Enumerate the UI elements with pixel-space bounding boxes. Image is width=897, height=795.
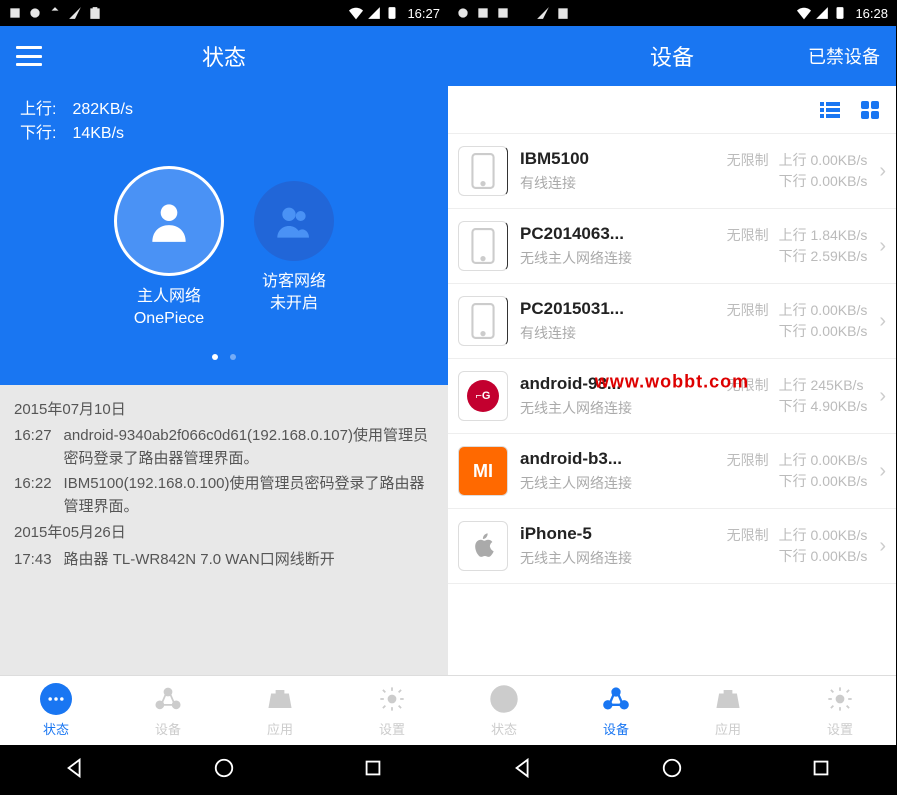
- tab-settings[interactable]: 设置: [784, 676, 896, 745]
- device-limit: 无限制: [727, 150, 771, 171]
- page-indicator: [20, 347, 428, 365]
- device-download: 下行 0.00KB/s: [779, 546, 868, 567]
- device-limit: 无限制: [727, 300, 771, 321]
- log-panel[interactable]: 2015年07月10日 16:27android-9340ab2f066c0d6…: [0, 385, 448, 675]
- log-entry: 16:27android-9340ab2f066c0d61(192.168.0.…: [14, 425, 434, 470]
- list-view-button[interactable]: [816, 96, 844, 124]
- app-header: 设备 已禁设备: [448, 26, 896, 86]
- chevron-right-icon: ›: [879, 460, 886, 483]
- device-row[interactable]: MI android-b3... 无线主人网络连接 无限制上行 0.00KB/s…: [448, 434, 896, 509]
- device-connection: 有线连接: [520, 173, 715, 193]
- device-name: IBM5100: [520, 149, 660, 169]
- banned-devices-button[interactable]: 已禁设备: [808, 43, 880, 69]
- device-upload: 上行 0.00KB/s: [779, 300, 868, 321]
- clock: 16:28: [855, 6, 888, 21]
- device-connection: 无线主人网络连接: [520, 398, 715, 418]
- device-connection: 无线主人网络连接: [520, 473, 715, 493]
- device-row[interactable]: ⌐G android-93... 无线主人网络连接 无限制上行 245KB/s …: [448, 359, 896, 434]
- android-nav-bar: [0, 745, 448, 795]
- back-button[interactable]: [512, 757, 534, 784]
- home-button[interactable]: [213, 757, 235, 784]
- device-icon: [458, 146, 508, 196]
- clock: 16:27: [407, 6, 440, 21]
- device-limit: 无限制: [727, 375, 771, 396]
- log-date: 2015年07月10日: [14, 399, 434, 422]
- device-download: 下行 2.59KB/s: [779, 246, 868, 267]
- tab-apps[interactable]: 应用: [672, 676, 784, 745]
- device-icon: MI: [458, 446, 508, 496]
- device-upload: 上行 245KB/s: [779, 375, 864, 396]
- device-limit: 无限制: [727, 225, 771, 246]
- device-upload: 上行 0.00KB/s: [779, 525, 868, 546]
- menu-button[interactable]: [16, 46, 42, 66]
- page-title: 状态: [0, 40, 448, 72]
- recent-button[interactable]: [810, 757, 832, 784]
- device-download: 下行 4.90KB/s: [779, 396, 868, 417]
- main-network-button[interactable]: 主人网络OnePiece: [114, 166, 224, 331]
- tab-devices[interactable]: 设备: [112, 676, 224, 745]
- device-icon: [458, 296, 508, 346]
- upload-label: 上行:: [20, 98, 68, 122]
- tab-status[interactable]: 状态: [448, 676, 560, 745]
- chevron-right-icon: ›: [879, 160, 886, 183]
- tab-status[interactable]: 状态: [0, 676, 112, 745]
- device-upload: 上行 0.00KB/s: [779, 150, 868, 171]
- tab-devices[interactable]: 设备: [560, 676, 672, 745]
- device-icon: [458, 521, 508, 571]
- guest-network-button[interactable]: 访客网络未开启: [254, 181, 334, 316]
- chevron-right-icon: ›: [879, 310, 886, 333]
- device-row[interactable]: iPhone-5 无线主人网络连接 无限制上行 0.00KB/s 下行 0.00…: [448, 509, 896, 584]
- device-list[interactable]: IBM5100 有线连接 无限制上行 0.00KB/s 下行 0.00KB/s …: [448, 134, 896, 675]
- device-name: android-b3...: [520, 449, 660, 469]
- device-limit: 无限制: [727, 525, 771, 546]
- device-name: android-93...: [520, 374, 660, 394]
- android-nav-bar: [448, 745, 896, 795]
- status-panel: 上行: 282KB/s 下行: 14KB/s 主人网络OnePiece 访客网络…: [0, 86, 448, 385]
- upload-value: 282KB/s: [72, 101, 132, 118]
- device-icon: [458, 221, 508, 271]
- download-value: 14KB/s: [72, 125, 124, 142]
- device-row[interactable]: PC2015031... 有线连接 无限制上行 0.00KB/s 下行 0.00…: [448, 284, 896, 359]
- log-entry: 17:43路由器 TL-WR842N 7.0 WAN口网线断开: [14, 549, 434, 572]
- device-limit: 无限制: [727, 450, 771, 471]
- device-download: 下行 0.00KB/s: [779, 321, 868, 342]
- device-icon: ⌐G: [458, 371, 508, 421]
- chevron-right-icon: ›: [879, 235, 886, 258]
- view-toggle-bar: [448, 86, 896, 134]
- android-status-bar: 16:27: [0, 0, 448, 26]
- chevron-right-icon: ›: [879, 535, 886, 558]
- tab-bar: 状态 设备 应用 设置: [0, 675, 448, 745]
- grid-view-button[interactable]: [856, 96, 884, 124]
- back-button[interactable]: [64, 757, 86, 784]
- device-name: PC2015031...: [520, 299, 660, 319]
- tab-apps[interactable]: 应用: [224, 676, 336, 745]
- tab-settings[interactable]: 设置: [336, 676, 448, 745]
- log-entry: 16:22IBM5100(192.168.0.100)使用管理员密码登录了路由器…: [14, 473, 434, 518]
- device-upload: 上行 1.84KB/s: [779, 225, 868, 246]
- device-upload: 上行 0.00KB/s: [779, 450, 868, 471]
- device-row[interactable]: PC2014063... 无线主人网络连接 无限制上行 1.84KB/s 下行 …: [448, 209, 896, 284]
- android-status-bar: 16:28: [448, 0, 896, 26]
- download-label: 下行:: [20, 122, 68, 146]
- device-connection: 无线主人网络连接: [520, 248, 715, 268]
- home-button[interactable]: [661, 757, 683, 784]
- phone-left: 16:27 状态 上行: 282KB/s 下行: 14KB/s 主人网络OneP…: [0, 0, 448, 795]
- recent-button[interactable]: [362, 757, 384, 784]
- app-header: 状态: [0, 26, 448, 86]
- device-name: iPhone-5: [520, 524, 660, 544]
- device-download: 下行 0.00KB/s: [779, 471, 868, 492]
- device-row[interactable]: IBM5100 有线连接 无限制上行 0.00KB/s 下行 0.00KB/s …: [448, 134, 896, 209]
- device-connection: 有线连接: [520, 323, 715, 343]
- chevron-right-icon: ›: [879, 385, 886, 408]
- device-download: 下行 0.00KB/s: [779, 171, 868, 192]
- phone-right: 16:28 设备 已禁设备 IBM5100 有线连接 无限制上行 0.00KB/…: [448, 0, 896, 795]
- device-name: PC2014063...: [520, 224, 660, 244]
- device-connection: 无线主人网络连接: [520, 548, 715, 568]
- tab-bar: 状态 设备 应用 设置: [448, 675, 896, 745]
- log-date: 2015年05月26日: [14, 522, 434, 545]
